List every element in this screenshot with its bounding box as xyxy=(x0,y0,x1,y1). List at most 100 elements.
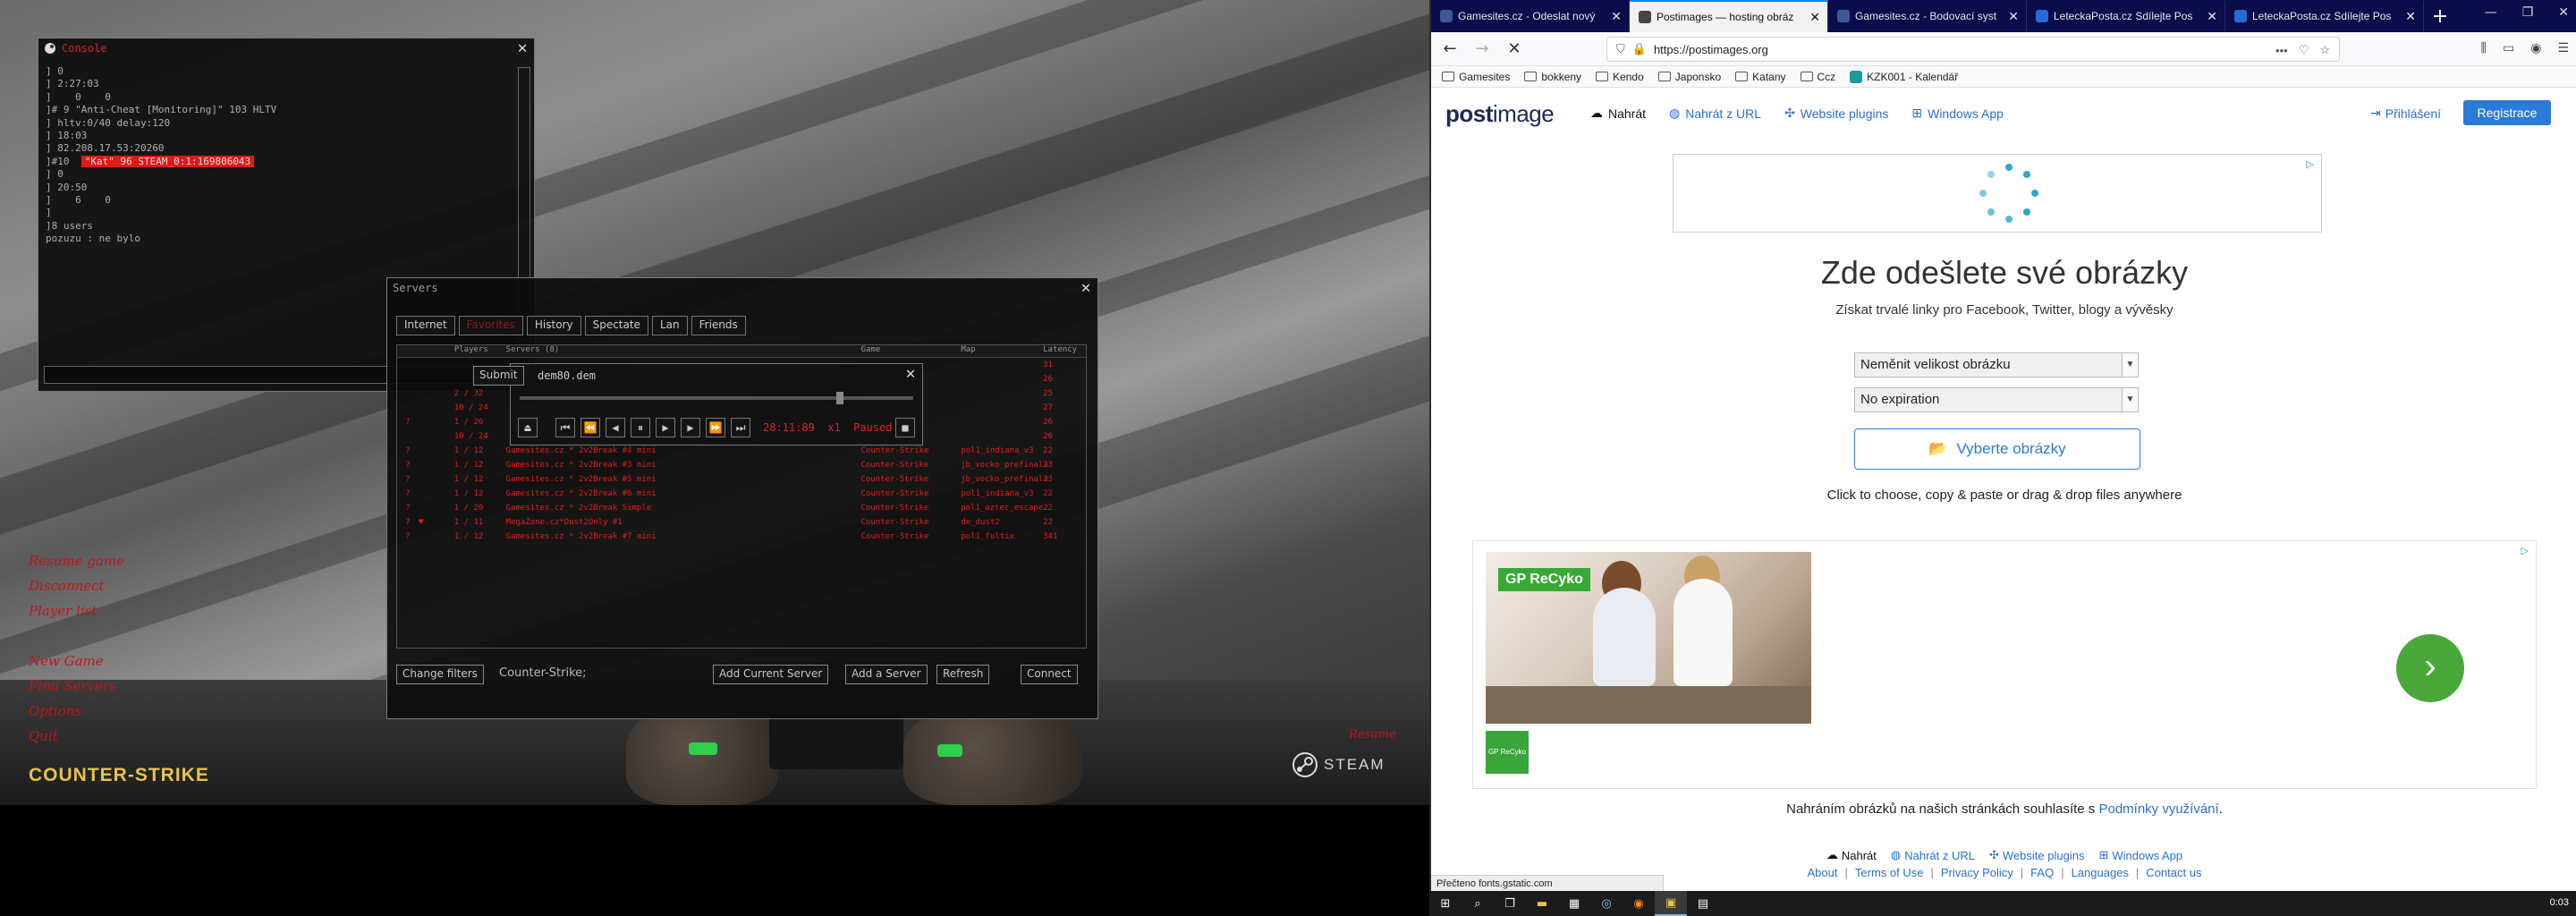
app-icon[interactable]: ▤ xyxy=(1687,891,1719,916)
search-icon[interactable]: ⌕ xyxy=(1462,891,1494,916)
url-bar[interactable]: ⛉ 🔒 https://postimages.org ••• ♡ ☆ xyxy=(1606,37,2340,62)
pocket-icon[interactable]: ♡ xyxy=(2299,43,2309,57)
column-header[interactable] xyxy=(397,345,419,357)
expiration-select[interactable]: No expiration ▼ xyxy=(1854,387,2139,412)
calculator-icon[interactable]: ▦ xyxy=(1558,891,1590,916)
stop-loading-icon[interactable]: ✕ xyxy=(1501,36,1528,63)
tab-internet[interactable]: Internet xyxy=(396,316,455,335)
table-row[interactable]: ? ♥ 1 / 11 MegaZone.cz*Dust2Only #1 Counter-… xyxy=(397,515,1086,530)
fast-forward-icon[interactable]: ⏩ xyxy=(706,418,725,437)
servers-window[interactable]: Servers ✕ Internet Favorites History Spe… xyxy=(386,277,1098,719)
add-current-server-button[interactable]: Add Current Server xyxy=(713,665,829,684)
column-header-game[interactable]: Game xyxy=(861,345,962,357)
close-tab-icon[interactable]: ✕ xyxy=(2008,9,2019,24)
tab-favorites[interactable]: Favorites xyxy=(458,316,523,335)
skip-start-icon[interactable]: ⏮ xyxy=(555,418,575,437)
nav-windows-app[interactable]: ⊞ Windows App xyxy=(1911,106,2004,121)
close-tab-icon[interactable]: ✕ xyxy=(2207,9,2217,24)
top-ad-banner[interactable]: ▷ xyxy=(1673,154,2322,233)
menu-resume-game[interactable]: Resume game xyxy=(29,553,124,569)
table-row[interactable]: ? 1 / 12 Gamesites.cz * 2v2Break #4 mini Co… xyxy=(397,444,1086,458)
tab-friends[interactable]: Friends xyxy=(691,316,746,335)
file-explorer-icon[interactable]: ▬ xyxy=(1526,891,1558,916)
chevron-right-icon[interactable]: › xyxy=(2396,634,2464,702)
browser-tab[interactable]: LeteckaPosta.cz Sdílejte Pos ✕ xyxy=(2027,1,2225,31)
tab-history[interactable]: History xyxy=(526,316,581,335)
step-forward-icon[interactable]: ▶ xyxy=(681,418,700,437)
library-icon[interactable]: ⫼ xyxy=(2481,41,2487,55)
close-icon[interactable]: ✕ xyxy=(1078,280,1094,296)
column-header[interactable] xyxy=(419,345,454,357)
browser-tab-active[interactable]: Postimages — hosting obráz ✕ xyxy=(1630,0,1828,32)
task-view-icon[interactable]: ❐ xyxy=(1494,891,1526,916)
column-header-latency[interactable]: Latency xyxy=(1043,345,1086,357)
new-tab-icon[interactable]: + xyxy=(2424,5,2456,28)
footer-upload[interactable]: ☁ Nahrát xyxy=(1826,848,1877,862)
steam-taskbar-icon[interactable]: ◎ xyxy=(1590,891,1623,916)
nav-upload-url[interactable]: ◍ Nahrát z URL xyxy=(1669,106,1761,121)
sidebar-icon[interactable]: ▭ xyxy=(2503,41,2514,55)
bookmark-folder[interactable]: bokkeny xyxy=(1524,71,1581,83)
more-actions-icon[interactable]: ••• xyxy=(2275,44,2288,57)
submit-button[interactable]: Submit xyxy=(473,366,524,386)
menu-find-servers[interactable]: Find Servers xyxy=(29,678,116,694)
browser-tab[interactable]: Gamesites.cz - Bodovací syst ✕ xyxy=(1828,1,2027,31)
taskbar-clock[interactable]: 0:03 xyxy=(2550,897,2569,908)
bookmark-link[interactable]: KZK001 - Kalendář xyxy=(1850,70,1958,83)
register-button[interactable]: Registrace xyxy=(2463,100,2551,125)
stop-icon[interactable]: ■ xyxy=(895,418,915,437)
demo-player-window[interactable]: Submit dem80.dem ✕ ⏮ ⏪ ◀ ⏸ ▶ ▶ ⏩ ⏭ 28:11… xyxy=(473,363,923,445)
footer-plugins[interactable]: ✣ Website plugins xyxy=(1989,848,2084,862)
menu-quit[interactable]: Quit xyxy=(29,728,58,744)
url-text[interactable]: https://postimages.org xyxy=(1654,43,1768,56)
menu-disconnect[interactable]: Disconnect xyxy=(29,578,105,594)
footer-link-contact[interactable]: Contact us xyxy=(2146,866,2201,879)
close-window-icon[interactable]: ✕ xyxy=(2558,5,2569,20)
bookmark-folder[interactable]: Kendo xyxy=(1596,71,1644,83)
start-icon[interactable]: ⊞ xyxy=(1429,891,1462,916)
adchoices-icon[interactable]: ▷ xyxy=(2521,545,2529,556)
pause-icon[interactable]: ⏸ xyxy=(631,418,650,437)
footer-windows-app[interactable]: ⊞ Windows App xyxy=(2098,848,2182,862)
footer-link-terms[interactable]: Terms of Use xyxy=(1855,866,1924,879)
nav-plugins[interactable]: ✣ Website plugins xyxy=(1784,106,1888,121)
tab-spectate[interactable]: Spectate xyxy=(584,316,648,335)
tab-lan[interactable]: Lan xyxy=(651,316,688,335)
footer-upload-url[interactable]: ◍ Nahrát z URL xyxy=(1891,848,1975,862)
bookmark-folder[interactable]: Japonsko xyxy=(1657,71,1721,83)
browser-tab[interactable]: LeteckaPosta.cz Sdílejte Pos ✕ xyxy=(2225,1,2424,31)
change-filters-button[interactable]: Change filters xyxy=(396,665,484,684)
refresh-button[interactable]: Refresh xyxy=(936,665,990,684)
table-row[interactable]: ? 1 / 12 Gamesites.cz * 2v2Break #7 mini Co… xyxy=(397,530,1086,544)
recyko-ad[interactable]: ▷ GP ReCyko GP ReCyko › xyxy=(1472,540,2537,789)
back-icon[interactable]: ← xyxy=(1436,36,1463,63)
postimage-logo[interactable]: postimage xyxy=(1445,100,1555,128)
terms-link[interactable]: Podmínky využívání xyxy=(2098,802,2218,817)
browser-tab[interactable]: Gamesites.cz - Odeslat nový ✕ xyxy=(1431,1,1630,31)
nav-upload[interactable]: ☁ Nahrát xyxy=(1590,106,1646,121)
table-row[interactable]: ? 1 / 12 Gamesites.cz * 2v2Break #6 mini Co… xyxy=(397,487,1086,501)
menu-options[interactable]: Options xyxy=(29,703,81,719)
column-header-map[interactable]: Map xyxy=(961,345,1043,357)
bookmark-folder[interactable]: Gamesites xyxy=(1442,71,1510,83)
footer-link-languages[interactable]: Languages xyxy=(2072,866,2129,879)
demo-progress-thumb[interactable] xyxy=(836,392,844,404)
step-back-icon[interactable]: ◀ xyxy=(606,418,625,437)
menu-new-game[interactable]: New Game xyxy=(29,653,104,669)
menu-icon[interactable]: ☰ xyxy=(2557,41,2569,55)
console-titlebar[interactable]: Console xyxy=(38,38,534,58)
eject-icon[interactable]: ⏏ xyxy=(518,418,538,437)
table-row[interactable]: ? 1 / 12 Gamesites.cz * 2v2Break #5 mini Co… xyxy=(397,472,1086,487)
firefox-icon[interactable]: ◉ xyxy=(1623,891,1655,916)
login-link[interactable]: ⇥ Přihlášení xyxy=(2370,106,2441,121)
restore-icon[interactable]: ❐ xyxy=(2522,5,2534,20)
bookmark-folder[interactable]: Ccz xyxy=(1800,71,1835,83)
close-tab-icon[interactable]: ✕ xyxy=(1809,10,1820,25)
lock-icon[interactable]: 🔒 xyxy=(1632,42,1647,56)
connect-button[interactable]: Connect xyxy=(1021,665,1078,684)
column-header-players[interactable]: Players xyxy=(454,345,506,357)
footer-link-privacy[interactable]: Privacy Policy xyxy=(1941,866,2013,879)
skip-end-icon[interactable]: ⏭ xyxy=(731,418,750,437)
minimize-icon[interactable]: — xyxy=(2485,5,2497,20)
close-icon[interactable]: ✕ xyxy=(902,366,919,382)
